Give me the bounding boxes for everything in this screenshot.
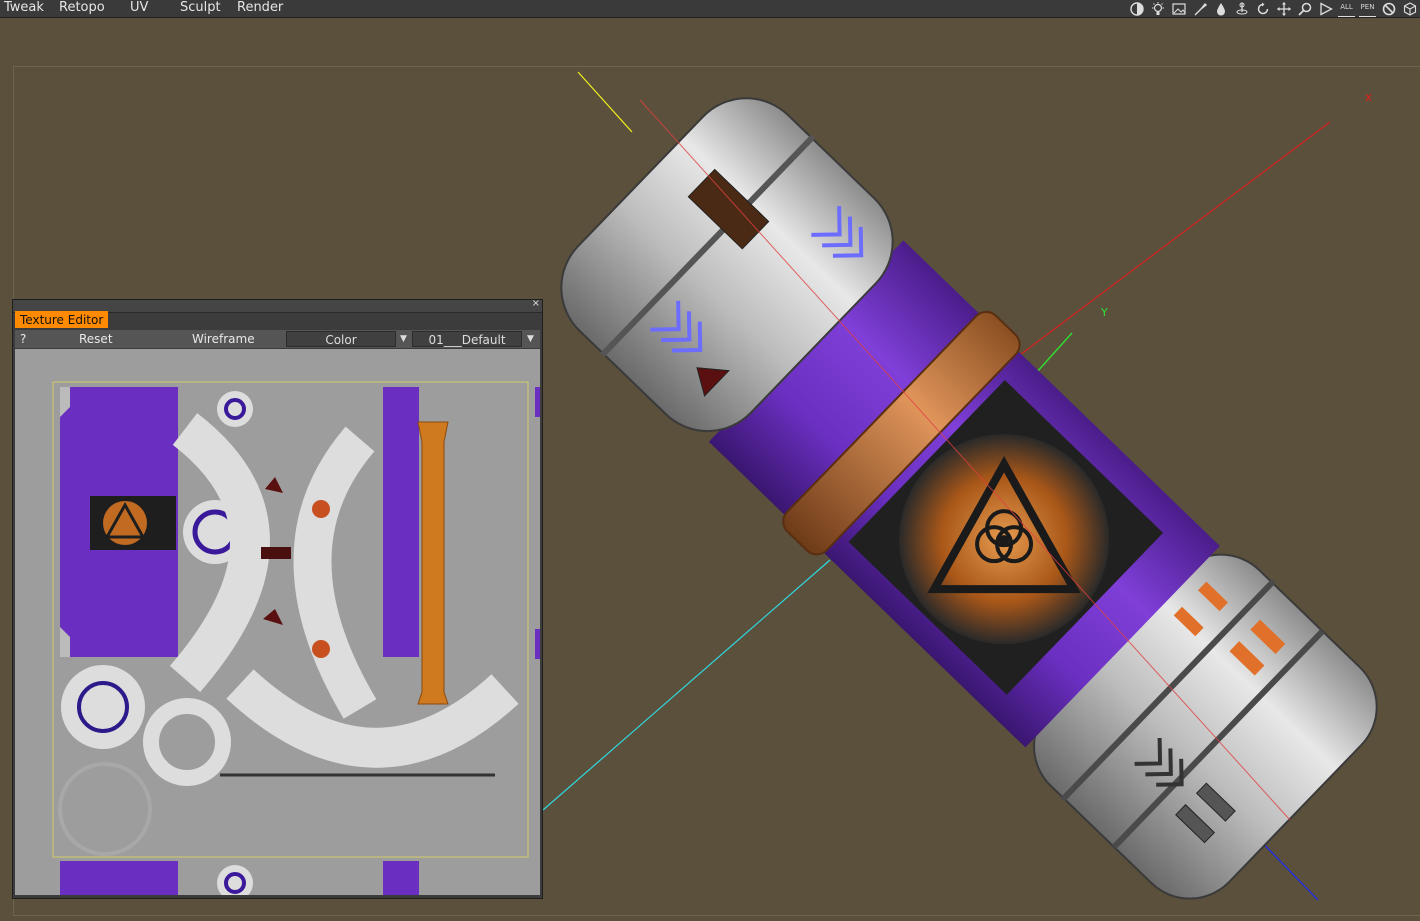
viewport-toolbar: ALL PEN [1128,0,1418,17]
menu-retopo[interactable]: Retopo [59,0,105,17]
menu-uv[interactable]: UV [130,0,148,17]
axis-label-y: Y [1100,306,1108,319]
axis-line-cyan [542,559,831,811]
contrast-icon[interactable] [1128,1,1145,17]
menu-render[interactable]: Render [237,0,283,17]
channel-select[interactable]: Color [286,331,396,347]
drop-icon[interactable] [1212,1,1229,17]
tab-texture-editor[interactable]: Texture Editor [15,311,109,328]
light-icon[interactable] [1149,1,1166,17]
rotate-pivot-icon[interactable] [1233,1,1250,17]
uv-canvas[interactable] [15,349,540,895]
pen-icon[interactable]: PEN [1359,0,1376,17]
no-icon[interactable] [1380,1,1397,17]
chevron-down-icon[interactable]: ▼ [400,330,407,348]
axis-line-yellow [577,71,633,133]
play-icon[interactable] [1317,1,1334,17]
rotate-icon[interactable] [1254,1,1271,17]
3d-viewport[interactable]: x Y × Texture Editor ? Reset Wireframe C… [0,18,1420,921]
axis-label-x: x [1365,90,1372,104]
cube-icon[interactable] [1401,1,1418,17]
capsule-model [560,97,1378,900]
close-icon[interactable]: × [532,298,540,309]
menu-bar: Tweak Retopo UV Sculpt Render ALL PEN [0,0,1420,18]
texture-editor-panel: × Texture Editor ? Reset Wireframe Color… [12,298,543,899]
image-icon[interactable] [1170,1,1187,17]
wireframe-toggle[interactable]: Wireframe [192,330,255,348]
all-icon[interactable]: ALL [1338,0,1355,17]
help-button[interactable]: ? [20,330,26,348]
menu-sculpt[interactable]: Sculpt [180,0,221,17]
texture-editor-toolbar: ? Reset Wireframe Color ▼ 01___Default ▼ [15,330,540,348]
chevron-down-icon[interactable]: ▼ [527,330,534,348]
move-icon[interactable] [1275,1,1292,17]
menu-tweak[interactable]: Tweak [4,0,44,17]
reset-button[interactable]: Reset [79,330,113,348]
paint-icon[interactable] [1191,1,1208,17]
uv-layout [52,381,540,895]
material-select[interactable]: 01___Default [412,331,522,347]
search-icon[interactable] [1296,1,1313,17]
